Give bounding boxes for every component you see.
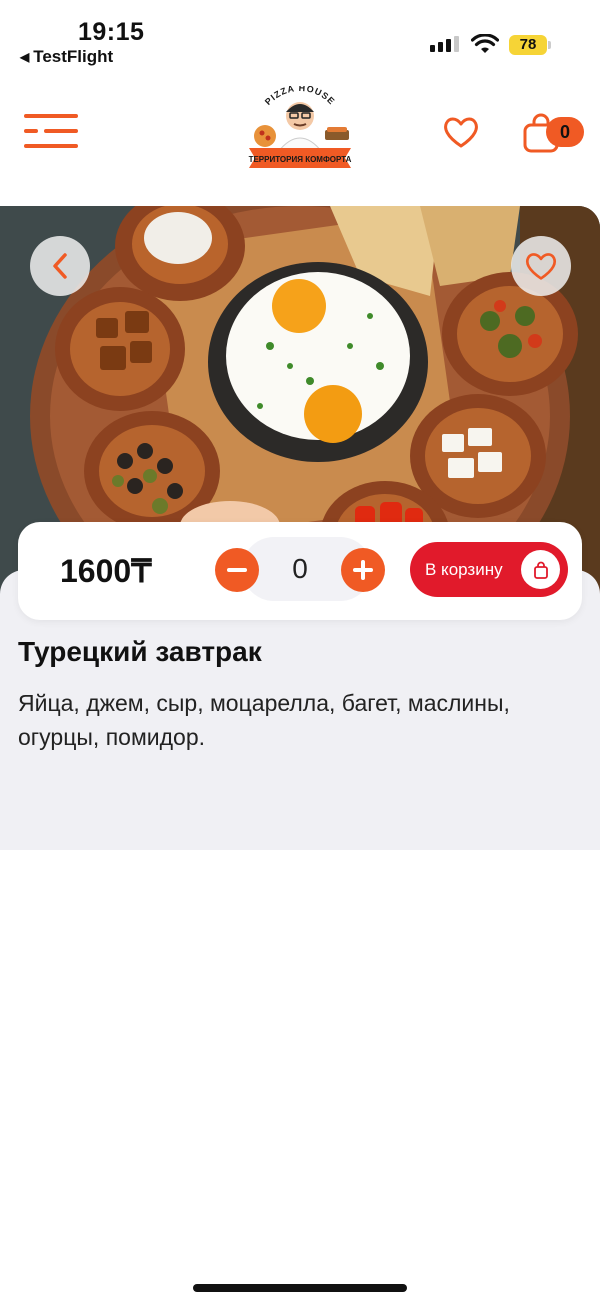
status-bar: 19:15 ◀ TestFlight 78: [0, 0, 600, 72]
logo-chef-icon: PIZZA HOUSE ТЕРРИТОРИЯ КОМФОРТА: [249, 83, 352, 168]
pizza-house-logo[interactable]: PIZZA HOUSE ТЕРРИТОРИЯ КОМФОРТА: [245, 83, 355, 176]
menu-line: [44, 129, 78, 133]
menu-line: [24, 144, 78, 148]
back-triangle-icon: ◀: [20, 50, 30, 64]
increase-quantity-button[interactable]: [341, 548, 385, 592]
add-to-cart-button[interactable]: В корзину: [410, 542, 568, 597]
menu-line: [24, 129, 38, 133]
home-indicator[interactable]: [193, 1284, 407, 1292]
like-product-button[interactable]: [511, 236, 571, 296]
product-title: Турецкий завтрак: [18, 636, 262, 667]
previous-button[interactable]: [30, 236, 90, 296]
product-description: Яйца, джем, сыр, моцарелла, багет, масли…: [18, 690, 510, 750]
product-price: 1600₸: [60, 553, 152, 589]
bag-icon: [521, 550, 560, 589]
battery-indicator: 78: [509, 35, 547, 55]
price-card: 1600₸ 0 В корзину: [18, 522, 582, 620]
cart-count-badge: 0: [546, 117, 584, 147]
favorites-button[interactable]: [442, 114, 480, 150]
cellular-signal-icon: [430, 36, 459, 52]
heart-outline-icon: [525, 253, 557, 280]
battery-tip: [548, 41, 551, 49]
menu-button[interactable]: [24, 114, 80, 148]
status-time: 19:15: [78, 18, 145, 46]
add-to-cart-label: В корзину: [425, 559, 503, 579]
decrease-quantity-button[interactable]: [215, 548, 259, 592]
quantity-value: 0: [292, 553, 308, 584]
app-header: PIZZA HOUSE ТЕРРИТОРИЯ КОМФОРТА 0: [0, 80, 600, 180]
menu-line: [24, 114, 78, 118]
chevron-left-icon: [53, 253, 67, 279]
back-to-app-link[interactable]: ◀ TestFlight: [20, 47, 113, 67]
logo-ribbon-text: ТЕРРИТОРИЯ КОМФОРТА: [249, 155, 352, 164]
back-app-label: TestFlight: [33, 47, 114, 66]
wifi-icon: [471, 34, 499, 53]
